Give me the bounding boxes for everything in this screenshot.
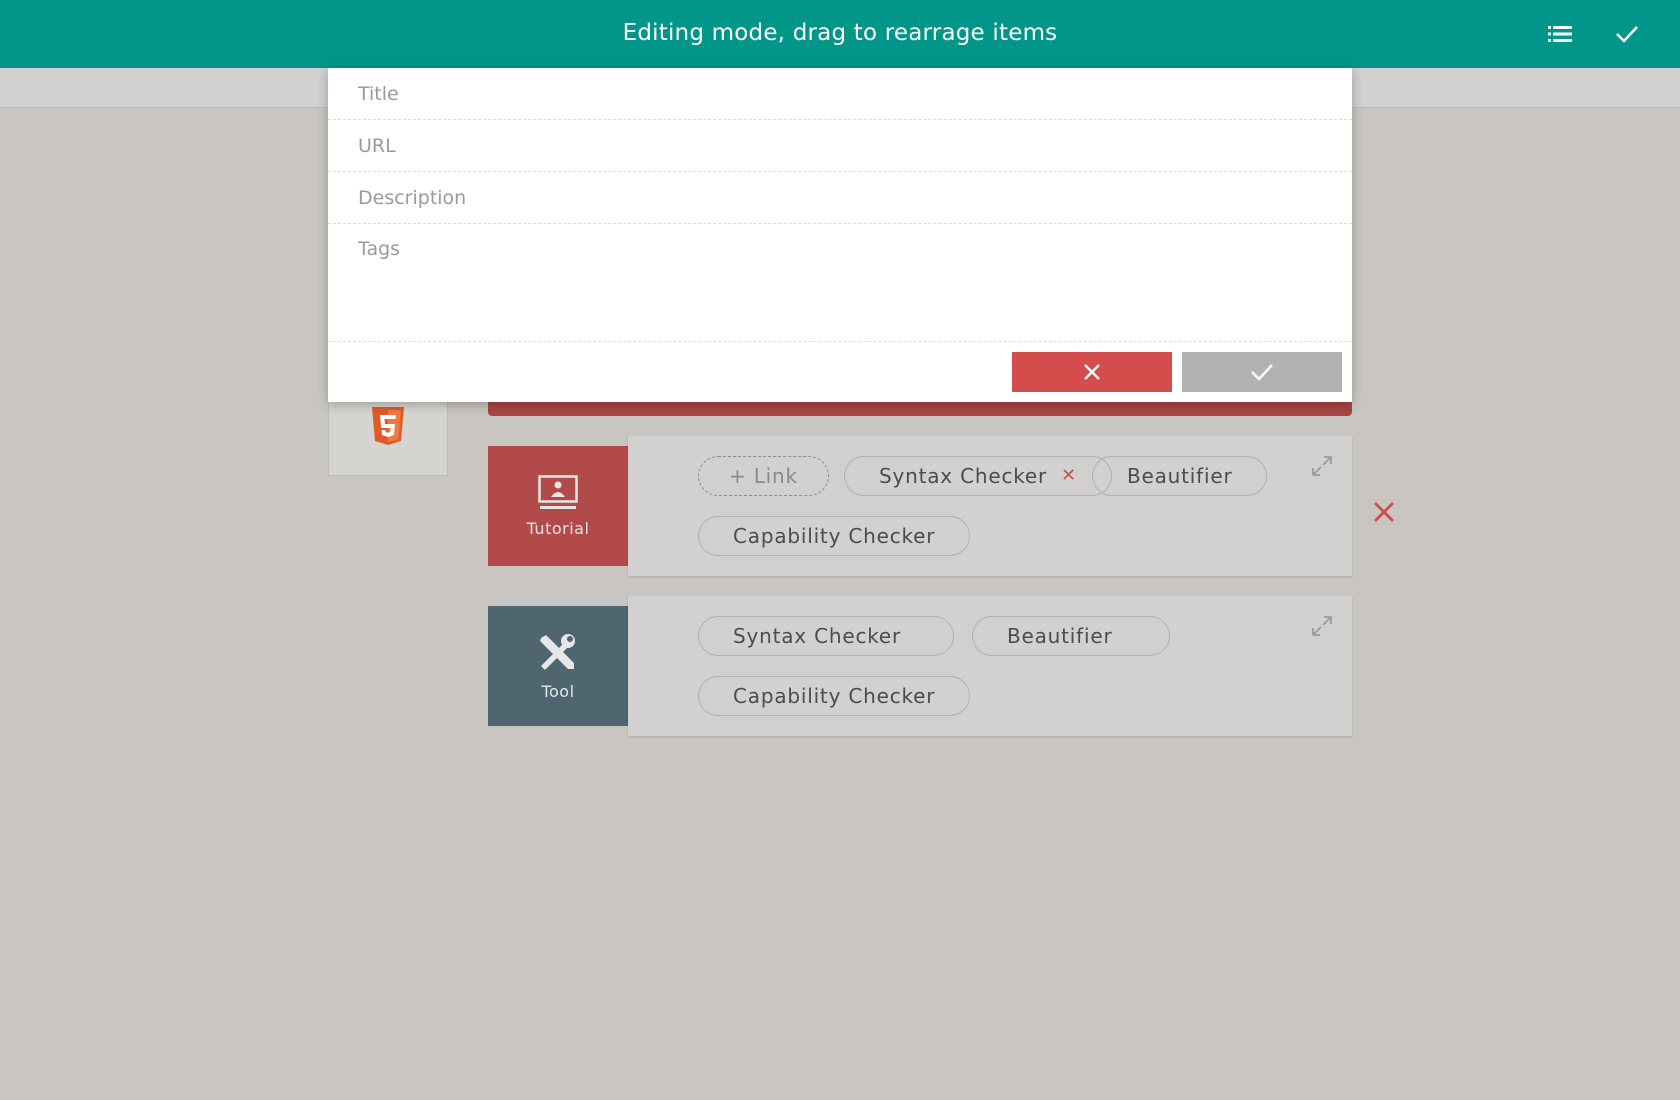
- check-icon: [1251, 364, 1273, 381]
- close-icon: [1374, 502, 1394, 522]
- link-chip-label: Syntax Checker: [733, 624, 902, 648]
- cancel-button[interactable]: [1012, 352, 1172, 392]
- remove-link-icon[interactable]: ✕: [1061, 467, 1077, 485]
- expand-button[interactable]: [1310, 454, 1334, 478]
- expand-button[interactable]: [1310, 614, 1334, 638]
- category-tile-tutorial[interactable]: Tutorial: [488, 446, 628, 566]
- check-icon: [1616, 26, 1638, 43]
- list-view-button[interactable]: [1542, 16, 1578, 52]
- expand-icon: [1312, 616, 1332, 636]
- done-editing-button[interactable]: [1609, 16, 1645, 52]
- link-chip[interactable]: Capability Checker: [698, 676, 971, 716]
- confirm-button[interactable]: [1182, 352, 1342, 392]
- top-bar: Editing mode, drag to rearrage items: [0, 0, 1680, 68]
- html5-icon: [372, 406, 404, 445]
- add-link-dialog: [328, 68, 1352, 402]
- expand-icon: [1312, 456, 1332, 476]
- link-chip[interactable]: Beautifier: [1092, 456, 1268, 496]
- link-chip-label: Capability Checker: [733, 524, 936, 548]
- link-chip-label: Syntax Checker: [879, 464, 1048, 488]
- link-chip[interactable]: Beautifier: [972, 616, 1170, 656]
- link-chip-label: Beautifier: [1127, 464, 1233, 488]
- category-tile-tool[interactable]: Tool: [488, 606, 628, 726]
- add-link-button[interactable]: + Link: [698, 456, 829, 496]
- link-chip-label: Capability Checker: [733, 684, 936, 708]
- list-icon: [1548, 26, 1572, 42]
- link-chip-label: Beautifier: [1007, 624, 1113, 648]
- page-title: Editing mode, drag to rearrage items: [622, 20, 1058, 46]
- url-input[interactable]: [358, 120, 1318, 171]
- link-chip[interactable]: Syntax Checker: [698, 616, 954, 656]
- category-label: Tool: [541, 681, 575, 701]
- link-chip[interactable]: Capability Checker: [698, 516, 971, 556]
- tags-input[interactable]: [358, 238, 1318, 328]
- link-panel-tutorial: + Link Syntax Checker ✕ Beautifier Capab…: [628, 436, 1352, 576]
- description-field: [328, 172, 1352, 224]
- tags-field: [328, 224, 1352, 342]
- title-input[interactable]: [358, 68, 1318, 119]
- link-chip[interactable]: Syntax Checker ✕: [844, 456, 1112, 496]
- presentation-icon: [538, 474, 578, 509]
- category-label: Tutorial: [526, 518, 590, 538]
- description-input[interactable]: [358, 172, 1318, 223]
- wrench-screwdriver-icon: [540, 633, 575, 670]
- url-field: [328, 120, 1352, 172]
- delete-row-button[interactable]: [1368, 496, 1400, 528]
- link-panel-tool: Syntax Checker Beautifier Capability Che…: [628, 596, 1352, 736]
- title-field: [328, 68, 1352, 120]
- close-icon: [1084, 364, 1100, 380]
